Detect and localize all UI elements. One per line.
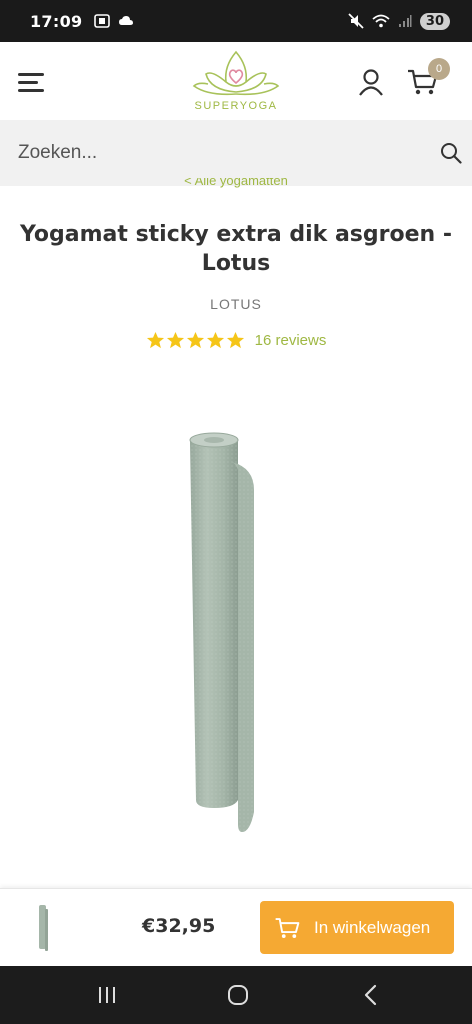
lotus-logo-icon <box>192 50 280 96</box>
status-right-icons: 30 <box>348 12 450 30</box>
add-to-cart-button[interactable]: In winkelwagen <box>260 901 454 954</box>
search-input[interactable] <box>0 120 420 186</box>
star-rating <box>146 331 245 350</box>
screenshot-icon <box>94 14 111 28</box>
system-navigation-bar <box>0 966 472 1024</box>
status-time: 17:09 <box>30 11 83 31</box>
cloud-icon <box>119 16 134 25</box>
user-icon[interactable] <box>358 68 384 96</box>
battery-indicator: 30 <box>419 12 450 30</box>
signal-icon <box>398 15 412 27</box>
star-icon <box>186 331 204 349</box>
back-to-category-link[interactable]: < Alle yogamatten <box>0 178 472 192</box>
home-icon[interactable] <box>225 982 251 1008</box>
search-icon[interactable] <box>440 142 462 164</box>
logo-text: SUPERYOGA <box>194 100 278 112</box>
status-left-icons <box>94 14 134 28</box>
reviews-link[interactable]: 16 reviews <box>255 332 327 349</box>
hamburger-menu-icon[interactable] <box>18 70 44 94</box>
sticky-cart-bar: €32,95 In winkelwagen <box>0 888 472 966</box>
product-title: Yogamat sticky extra dik asgroen - Lotus <box>20 222 452 276</box>
superyoga-logo[interactable]: SUPERYOGA <box>186 48 286 116</box>
back-icon[interactable] <box>358 982 384 1008</box>
star-icon <box>226 331 244 349</box>
wifi-icon <box>372 14 390 28</box>
page: 17:09 30 SUPERYOGA 0 Zoeken... < Alle yo… <box>0 0 472 1024</box>
cart-count-badge: 0 <box>428 58 450 80</box>
product-brand[interactable]: LOTUS <box>0 296 472 312</box>
cart-icon <box>275 917 300 938</box>
recent-apps-icon[interactable] <box>94 982 120 1008</box>
mute-icon <box>348 13 364 29</box>
site-header: SUPERYOGA 0 <box>0 42 472 120</box>
star-icon <box>166 331 184 349</box>
product-rating: 16 reviews <box>0 331 472 350</box>
status-bar: 17:09 30 <box>0 0 472 42</box>
add-to-cart-label: In winkelwagen <box>314 917 431 937</box>
back-link-label: < Alle yogamatten <box>184 178 288 188</box>
product-image[interactable] <box>150 420 330 840</box>
star-icon <box>206 331 224 349</box>
product-thumbnail <box>39 905 48 951</box>
product-price: €32,95 <box>142 915 216 937</box>
search-bar <box>0 120 472 186</box>
star-icon <box>146 331 164 349</box>
